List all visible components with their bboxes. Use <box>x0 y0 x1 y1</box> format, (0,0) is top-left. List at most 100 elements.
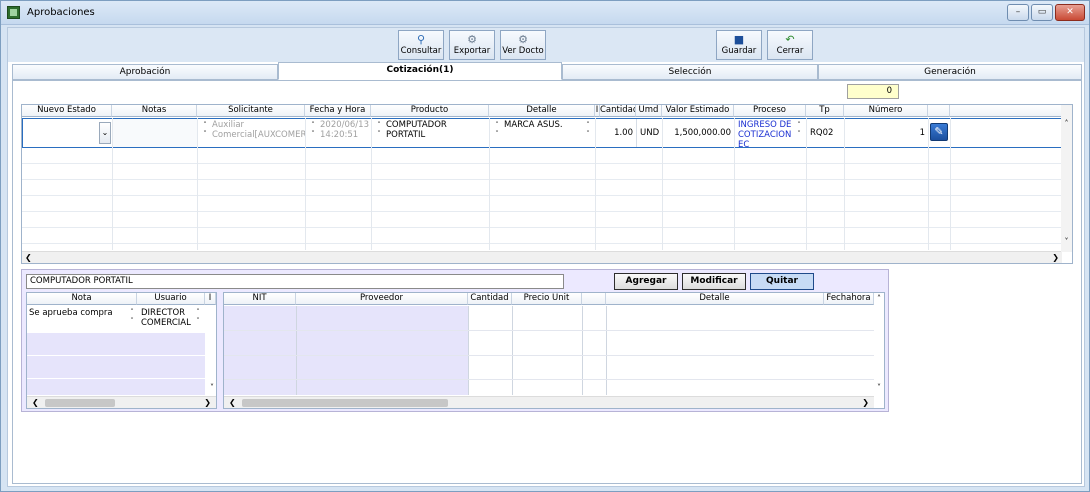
col-solicitante[interactable]: Solicitante <box>197 105 305 117</box>
col-proveedor[interactable]: Proveedor <box>296 293 468 305</box>
scroll-left-icon[interactable]: ❮ <box>25 252 32 263</box>
notas-cell[interactable] <box>113 119 198 147</box>
scroll-thumb[interactable] <box>45 399 115 407</box>
title-bar: Aprobaciones – ▭ ✕ <box>1 1 1089 25</box>
col-usuario[interactable]: Usuario <box>137 293 205 305</box>
count-field[interactable]: 0 <box>847 84 899 99</box>
scroll-arrows-icon[interactable]: ˄ ˅ <box>492 121 502 139</box>
detalle-cell: ˄ ˅ MARCA ASUS. ˄ ˅ <box>490 119 596 147</box>
valor-estimado-cell: 1,500,000.00 <box>663 119 735 147</box>
col-nota[interactable]: Nota <box>27 293 137 305</box>
scroll-thumb[interactable] <box>242 399 448 407</box>
column-divider <box>582 306 583 395</box>
col-producto[interactable]: Producto <box>371 105 489 117</box>
scroll-arrows-icon[interactable]: ˄ ˅ <box>308 121 318 139</box>
col-numero[interactable]: Número <box>844 105 928 117</box>
col-proceso[interactable]: Proceso <box>734 105 806 117</box>
col-attach <box>928 105 950 117</box>
scroll-arrows-icon[interactable]: ˄ ˅ <box>794 121 804 139</box>
tp-cell: RQ02 <box>807 119 845 147</box>
guardar-button[interactable]: ■ Guardar <box>716 30 762 60</box>
suppliers-grid: NIT Proveedor Cantidad Precio Unit Detal… <box>223 292 885 409</box>
nuevo-estado-select[interactable]: ⌄ <box>23 119 113 147</box>
scroll-arrows-icon[interactable]: ˄ ˅ <box>583 121 593 139</box>
col-fecha-hora[interactable]: Fecha y Hora <box>305 105 371 117</box>
save-icon: ■ <box>733 33 745 46</box>
minimize-button[interactable]: – <box>1007 4 1029 21</box>
close-window-button[interactable]: ✕ <box>1055 4 1085 21</box>
scroll-up-icon[interactable]: ˄ <box>877 294 881 303</box>
scroll-right-icon[interactable]: ❯ <box>204 397 211 408</box>
vertical-scrollbar[interactable]: ˄ ˅ <box>1061 105 1072 252</box>
close-arrow-icon: ↶ <box>785 33 795 46</box>
empty-row <box>27 379 205 395</box>
consultar-button[interactable]: ⚲ Consultar <box>398 30 444 60</box>
nota-value: Se aprueba compra <box>29 308 113 318</box>
maximize-button[interactable]: ▭ <box>1031 4 1053 21</box>
column-divider <box>489 118 490 250</box>
usuario-value: DIRECTOR COMERCIAL <box>141 308 191 328</box>
column-divider <box>305 118 306 250</box>
window-title: Aprobaciones <box>27 7 95 18</box>
col-cantidad[interactable]: Cantidad <box>600 105 636 117</box>
fecha-hora-value: 2020/06/13 14:20:51 <box>320 120 369 140</box>
scroll-down-icon[interactable]: ˅ <box>210 383 214 392</box>
col-nuevo-estado[interactable]: Nuevo Estado <box>22 105 112 117</box>
scroll-arrows-icon[interactable]: ˄ ˅ <box>127 308 137 326</box>
detalle-value: MARCA ASUS. <box>504 120 563 130</box>
col-indicator[interactable]: I <box>205 293 216 305</box>
column-divider <box>371 118 372 250</box>
col-notas[interactable]: Notas <box>112 105 197 117</box>
col-tp[interactable]: Tp <box>806 105 844 117</box>
col-valor-estimado[interactable]: Valor Estimado <box>662 105 734 117</box>
empty-row <box>22 213 1062 228</box>
column-divider <box>296 306 297 395</box>
cerrar-button[interactable]: ↶ Cerrar <box>767 30 813 60</box>
column-divider <box>197 118 198 250</box>
scroll-arrows-icon[interactable]: ˄ ˅ <box>193 308 203 326</box>
horizontal-scrollbar[interactable]: ❮ ❯ <box>22 251 1062 263</box>
horizontal-scrollbar[interactable]: ❮ ❯ <box>27 396 216 408</box>
col-fechahora[interactable]: Fechahora <box>824 293 874 305</box>
horizontal-scrollbar[interactable]: ❮ ❯ <box>224 396 874 408</box>
col-umd[interactable]: Umd <box>636 105 662 117</box>
ver-docto-button[interactable]: ⚙ Ver Docto <box>500 30 546 60</box>
proceso-cell: INGRESO DE COTIZACION EC ˄ ˅ <box>735 119 807 147</box>
scroll-down-icon[interactable]: ˅ <box>877 383 881 392</box>
detail-panel: COMPUTADOR PORTATIL Agregar Modificar Qu… <box>21 269 889 412</box>
note-row[interactable]: Se aprueba compra ˄ ˅ DIRECTOR COMERCIAL … <box>27 306 206 332</box>
col-cantidad[interactable]: Cantidad <box>468 293 512 305</box>
tab-generacion[interactable]: Generación <box>818 64 1082 80</box>
scroll-left-icon[interactable]: ❮ <box>32 397 39 408</box>
quotation-row[interactable]: ⌄ ˄ ˅ Auxiliar Comercial[AUXCOMER] ˄ ˅ 202… <box>22 118 1062 148</box>
scroll-left-icon[interactable]: ❮ <box>229 397 236 408</box>
empty-row <box>22 181 1062 196</box>
scroll-right-icon[interactable]: ❯ <box>1052 252 1059 263</box>
tab-seleccion[interactable]: Selección <box>562 64 818 80</box>
col-precio-unit[interactable]: Precio Unit <box>512 293 582 305</box>
scroll-down-icon[interactable]: ˅ <box>1061 237 1072 246</box>
modificar-button[interactable]: Modificar <box>682 273 746 290</box>
ver-docto-label: Ver Docto <box>502 46 544 56</box>
quitar-button[interactable]: Quitar <box>750 273 814 290</box>
tab-cotizacion[interactable]: Cotización(1) <box>278 62 562 80</box>
paperclip-icon[interactable]: ✎ <box>930 123 948 141</box>
scroll-arrows-icon[interactable]: ˄ ˅ <box>200 121 210 139</box>
document-icon: ⚙ <box>518 33 528 46</box>
scroll-right-icon[interactable]: ❯ <box>862 397 869 408</box>
scroll-arrows-icon[interactable]: ˄ ˅ <box>374 121 384 139</box>
chevron-down-icon[interactable]: ⌄ <box>99 122 111 144</box>
row-divider <box>224 330 874 331</box>
col-detalle[interactable]: Detalle <box>606 293 824 305</box>
tab-aprobacion[interactable]: Aprobación <box>12 64 278 80</box>
col-nit[interactable]: NIT <box>224 293 296 305</box>
col-detalle[interactable]: Detalle <box>489 105 595 117</box>
empty-row <box>22 165 1062 180</box>
tab-page-cotizacion: 0 Nuevo Estado Notas Solicitante Fecha y… <box>12 80 1082 484</box>
selected-product-field[interactable]: COMPUTADOR PORTATIL <box>26 274 564 289</box>
row-divider <box>224 379 874 380</box>
fecha-hora-cell: ˄ ˅ 2020/06/13 14:20:51 <box>306 119 372 147</box>
exportar-button[interactable]: ⚙ Exportar <box>449 30 495 60</box>
scroll-up-icon[interactable]: ˄ <box>1061 119 1072 128</box>
agregar-button[interactable]: Agregar <box>614 273 678 290</box>
